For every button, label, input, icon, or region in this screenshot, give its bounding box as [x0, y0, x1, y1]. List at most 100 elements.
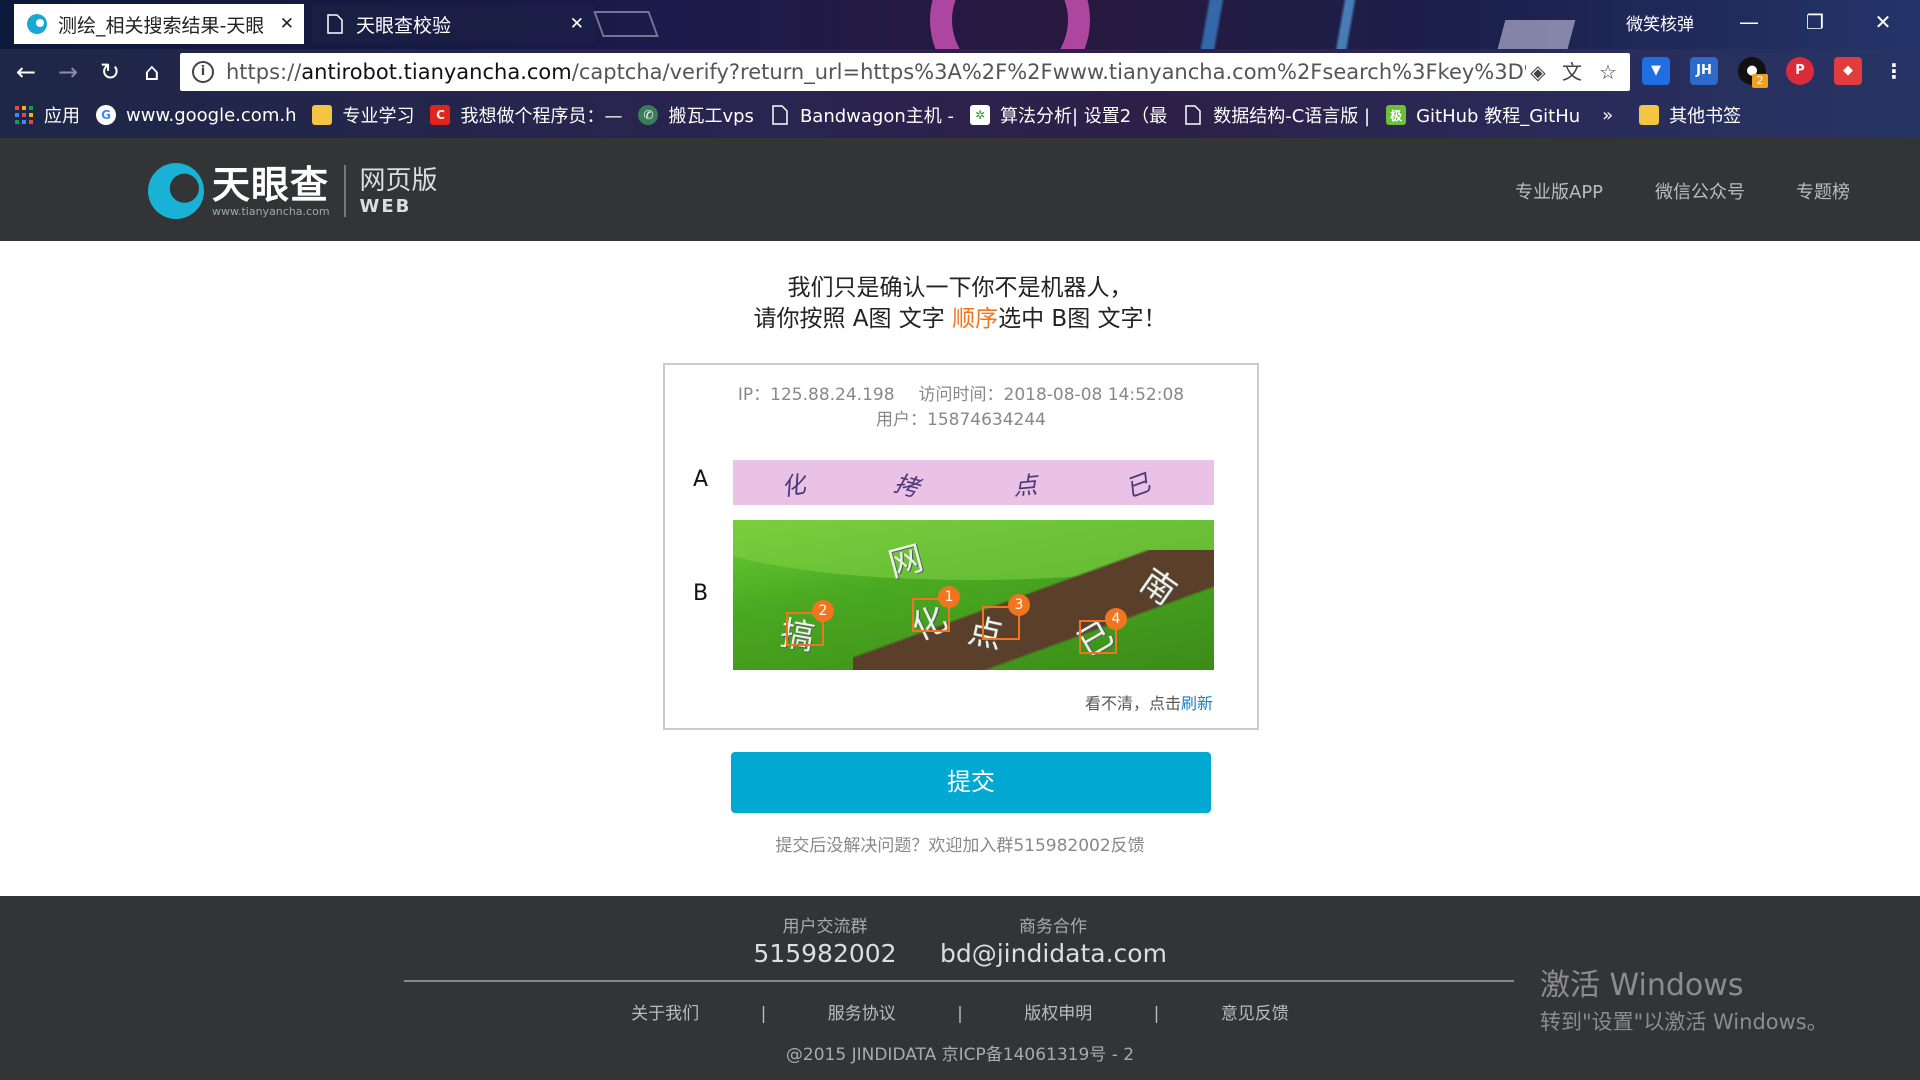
wallpaper-decoration — [930, 0, 1090, 49]
tab-close-icon[interactable]: ✕ — [570, 14, 584, 34]
blocked-content-icon[interactable]: ◈ — [1524, 58, 1552, 86]
url-host: antirobot.tianyancha.com — [301, 60, 572, 84]
tianyancha-favicon-icon — [26, 13, 48, 35]
reload-icon[interactable]: ↻ — [92, 54, 128, 90]
tab-close-icon[interactable]: ✕ — [280, 14, 294, 34]
bookmark-algorithm[interactable]: ✲ 算法分析| 设置2（最 — [969, 102, 1168, 128]
prompt-text: 请你按照 A图 文字 — [753, 306, 953, 332]
csdn-icon: C — [430, 105, 451, 125]
bookmark-csdn[interactable]: C 我想做个程序员：— — [430, 102, 622, 128]
captcha-image-a: 化 拷 点 已 — [733, 460, 1214, 505]
site-icon: 极 — [1386, 105, 1407, 125]
logo-url: www.tianyancha.com — [212, 204, 330, 218]
minimize-icon[interactable]: — — [1724, 4, 1774, 40]
page-icon — [324, 13, 346, 35]
windows-user-name[interactable]: 微笑核弹 — [1626, 10, 1694, 35]
bookmark-apps[interactable]: 应用 — [14, 102, 80, 128]
tianyancha-logo-icon — [148, 163, 204, 219]
bookmark-label: 算法分析| 设置2（最 — [999, 106, 1168, 127]
menu-kebab-icon[interactable]: ⋮ — [1880, 57, 1908, 85]
site-logo[interactable]: 天眼查 www.tianyancha.com 网页版 WEB — [148, 163, 438, 219]
tab-captcha[interactable]: 天眼查校验 ✕ — [312, 4, 594, 44]
marker-number: 3 — [1008, 594, 1030, 616]
bookmark-label: 我想做个程序员：— — [460, 106, 623, 127]
bookmark-label: 专业学习 — [342, 106, 415, 127]
captcha-box: IP：125.88.24.198 访问时间：2018-08-08 14:52:08… — [663, 363, 1259, 730]
captcha-image-b[interactable]: 网 搞 化 点 已 南 1 2 3 4 — [733, 520, 1214, 670]
captcha-prompt: 我们只是确认一下你不是机器人， 请你按照 A图 文字 顺序选中 B图 文字！ — [0, 273, 1920, 335]
pinterest-icon[interactable]: P — [1786, 57, 1814, 85]
logo-name: 天眼查 — [212, 162, 330, 207]
bookmark-github-tutorial[interactable]: 极 GitHub 教程_GitHu — [1386, 102, 1580, 128]
footer-label: 商务合作 — [1019, 917, 1087, 937]
footer-link-sep: | — [760, 1004, 767, 1024]
address-bar[interactable]: i https://antirobot.tianyancha.com/captc… — [180, 53, 1630, 91]
captcha-a-char: 点 — [1012, 470, 1039, 501]
new-tab-button[interactable] — [593, 11, 659, 37]
jh-extension-icon[interactable]: JH — [1690, 57, 1718, 85]
bookmark-star-icon[interactable]: ☆ — [1594, 58, 1622, 86]
ip-address: IP：125.88.24.198 — [737, 385, 895, 405]
prompt-line-1: 我们只是确认一下你不是机器人， — [787, 275, 1133, 301]
submit-button[interactable]: 提交 — [731, 752, 1211, 813]
visit-time: 访问时间：2018-08-08 14:52:08 — [918, 385, 1185, 405]
refresh-link[interactable]: 刷新 — [1181, 694, 1213, 713]
watermark-line-1: 激活 Windows — [1540, 968, 1744, 1003]
home-icon[interactable]: ⌂ — [134, 54, 170, 90]
folder-icon — [1639, 105, 1660, 125]
bookmark-label: GitHub 教程_GitHu — [1416, 106, 1581, 127]
marker-number: 4 — [1105, 608, 1127, 630]
close-window-icon[interactable]: ✕ — [1858, 4, 1908, 40]
bookmark-folder-study[interactable]: 专业学习 — [312, 102, 414, 128]
forward-arrow-icon[interactable]: → — [50, 54, 86, 90]
bookmark-label: Bandwagon主机 - — [799, 106, 954, 127]
bookmark-label: www.google.com.h — [126, 104, 297, 126]
footer-label: 用户交流群 — [782, 917, 868, 937]
logo-web-en: WEB — [359, 195, 412, 217]
user-id: 用户：15874634244 — [876, 410, 1046, 430]
wallpaper-decoration — [1140, 0, 1470, 49]
logo-divider — [343, 165, 346, 217]
nav-wechat[interactable]: 微信公众号 — [1655, 178, 1745, 204]
wallpaper-decoration — [1494, 20, 1576, 49]
footer-copyright: @2015 JINDIDATA 京ICP备14061319号 - 2 — [785, 1045, 1135, 1065]
footer-link-terms[interactable]: 服务协议 — [828, 1004, 896, 1024]
site-header: 天眼查 www.tianyancha.com 网页版 WEB 专业版APP 微信… — [0, 138, 1920, 241]
restore-icon[interactable]: ❐ — [1790, 4, 1840, 40]
url-text[interactable]: https://antirobot.tianyancha.com/captcha… — [226, 60, 1526, 84]
captcha-meta: IP：125.88.24.198 访问时间：2018-08-08 14:52:08… — [665, 383, 1257, 433]
windows-activation-watermark: 激活 Windows 转到"设置"以激活 Windows。 — [1540, 960, 1828, 1036]
site-info-icon[interactable]: i — [192, 61, 214, 83]
url-scheme: https:// — [226, 60, 302, 84]
bookmark-bandwagon-host[interactable]: Bandwagon主机 - — [770, 102, 954, 128]
tab-title: 天眼查校验 — [356, 14, 452, 37]
tab-search-results[interactable]: 测绘_相关搜索结果-天眼 ✕ — [14, 4, 304, 44]
bookmarks-overflow-button[interactable]: » — [1602, 105, 1613, 126]
bookmark-other[interactable]: 其他书签 — [1639, 102, 1741, 128]
refresh-prefix: 看不清，点击 — [1084, 694, 1181, 713]
extension-red-icon[interactable]: ◆ — [1834, 57, 1862, 85]
marker-number: 1 — [938, 586, 960, 608]
nav-topics[interactable]: 专题榜 — [1796, 178, 1850, 204]
bookmark-google[interactable]: G www.google.com.h — [96, 105, 296, 126]
bookmark-label: 数据结构-C语言版 | — [1213, 106, 1371, 127]
shield-extension-icon[interactable]: ▼ — [1642, 57, 1670, 85]
selection-marker[interactable]: 1 — [912, 586, 960, 632]
phone-icon: ✆ — [638, 105, 659, 125]
selection-marker[interactable]: 4 — [1079, 608, 1127, 654]
back-arrow-icon[interactable]: ← — [8, 54, 44, 90]
selection-marker[interactable]: 2 — [786, 600, 834, 646]
nav-pro-app[interactable]: 专业版APP — [1515, 178, 1603, 204]
bookmark-bandwagon-vps[interactable]: ✆ 搬瓦工vps — [638, 102, 754, 128]
bookmark-data-structure[interactable]: 数据结构-C语言版 | — [1183, 102, 1370, 128]
footer-divider — [404, 980, 1514, 982]
selection-marker[interactable]: 3 — [982, 594, 1030, 640]
bookmark-label: 应用 — [44, 106, 80, 127]
footer-link-about[interactable]: 关于我们 — [631, 1004, 699, 1024]
bookmark-label: 搬瓦工vps — [668, 106, 754, 127]
tab-title: 测绘_相关搜索结果-天眼 — [58, 14, 263, 37]
translate-icon[interactable]: ⽂ — [1558, 58, 1586, 86]
footer-link-sep: | — [1153, 1004, 1160, 1024]
footer-link-feedback[interactable]: 意见反馈 — [1221, 1004, 1289, 1024]
footer-link-copyright[interactable]: 版权申明 — [1024, 1004, 1092, 1024]
